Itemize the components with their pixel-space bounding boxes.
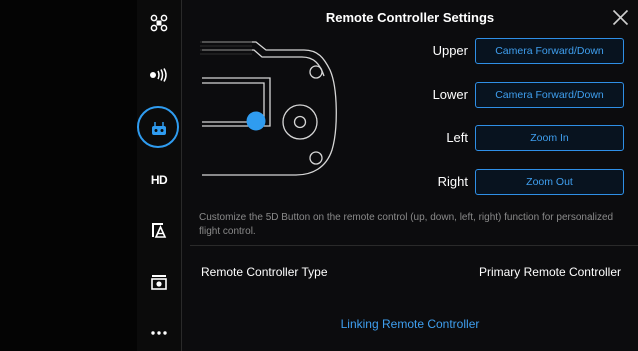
- sidebar-item-more[interactable]: [137, 316, 181, 350]
- left-function-button[interactable]: Zoom In: [475, 125, 624, 151]
- sidebar-item-aircraft[interactable]: [137, 6, 181, 40]
- function-row-upper: Upper Camera Forward/Down: [410, 38, 624, 64]
- remote-controller-diagram: [200, 41, 337, 176]
- settings-screen: HD Remote Controller Settings Upper Came…: [0, 0, 638, 351]
- upper-label: Upper: [432, 43, 468, 58]
- lower-function-button[interactable]: Camera Forward/Down: [475, 82, 624, 108]
- function-row-right: Right Zoom Out: [410, 169, 624, 195]
- right-function-button[interactable]: Zoom Out: [475, 169, 624, 195]
- close-icon[interactable]: [612, 9, 629, 26]
- left-label: Left: [446, 130, 468, 145]
- drone-icon: [150, 14, 168, 32]
- 5d-button-highlight: [246, 111, 266, 131]
- sidebar-item-gimbal[interactable]: [137, 213, 181, 247]
- camera-icon: [151, 275, 167, 290]
- sidebar-item-hd[interactable]: HD: [137, 163, 181, 197]
- more-icon: [151, 331, 167, 335]
- description-text: Customize the 5D Button on the remote co…: [199, 212, 614, 237]
- upper-function-button[interactable]: Camera Forward/Down: [475, 38, 624, 64]
- sidebar-item-camera[interactable]: [137, 265, 181, 299]
- rc-type-value[interactable]: Primary Remote Controller: [479, 265, 621, 279]
- rc-type-label: Remote Controller Type: [201, 265, 328, 279]
- active-indicator-ring: [137, 106, 179, 148]
- link-remote-controller-button[interactable]: Linking Remote Controller: [182, 317, 638, 331]
- function-row-left: Left Zoom In: [410, 125, 624, 151]
- right-label: Right: [437, 174, 468, 189]
- section-divider: [190, 245, 638, 246]
- hd-label: HD: [150, 173, 168, 187]
- function-row-lower: Lower Camera Forward/Down: [410, 82, 624, 108]
- sidebar: HD: [137, 0, 181, 351]
- lower-label: Lower: [432, 87, 468, 102]
- sidebar-item-remote-controller[interactable]: [137, 106, 181, 148]
- page-title: Remote Controller Settings: [325, 10, 495, 25]
- left-background: [0, 0, 137, 351]
- signal-icon: [150, 68, 167, 82]
- gimbal-icon: [152, 223, 167, 238]
- sidebar-item-signal[interactable]: [137, 58, 181, 92]
